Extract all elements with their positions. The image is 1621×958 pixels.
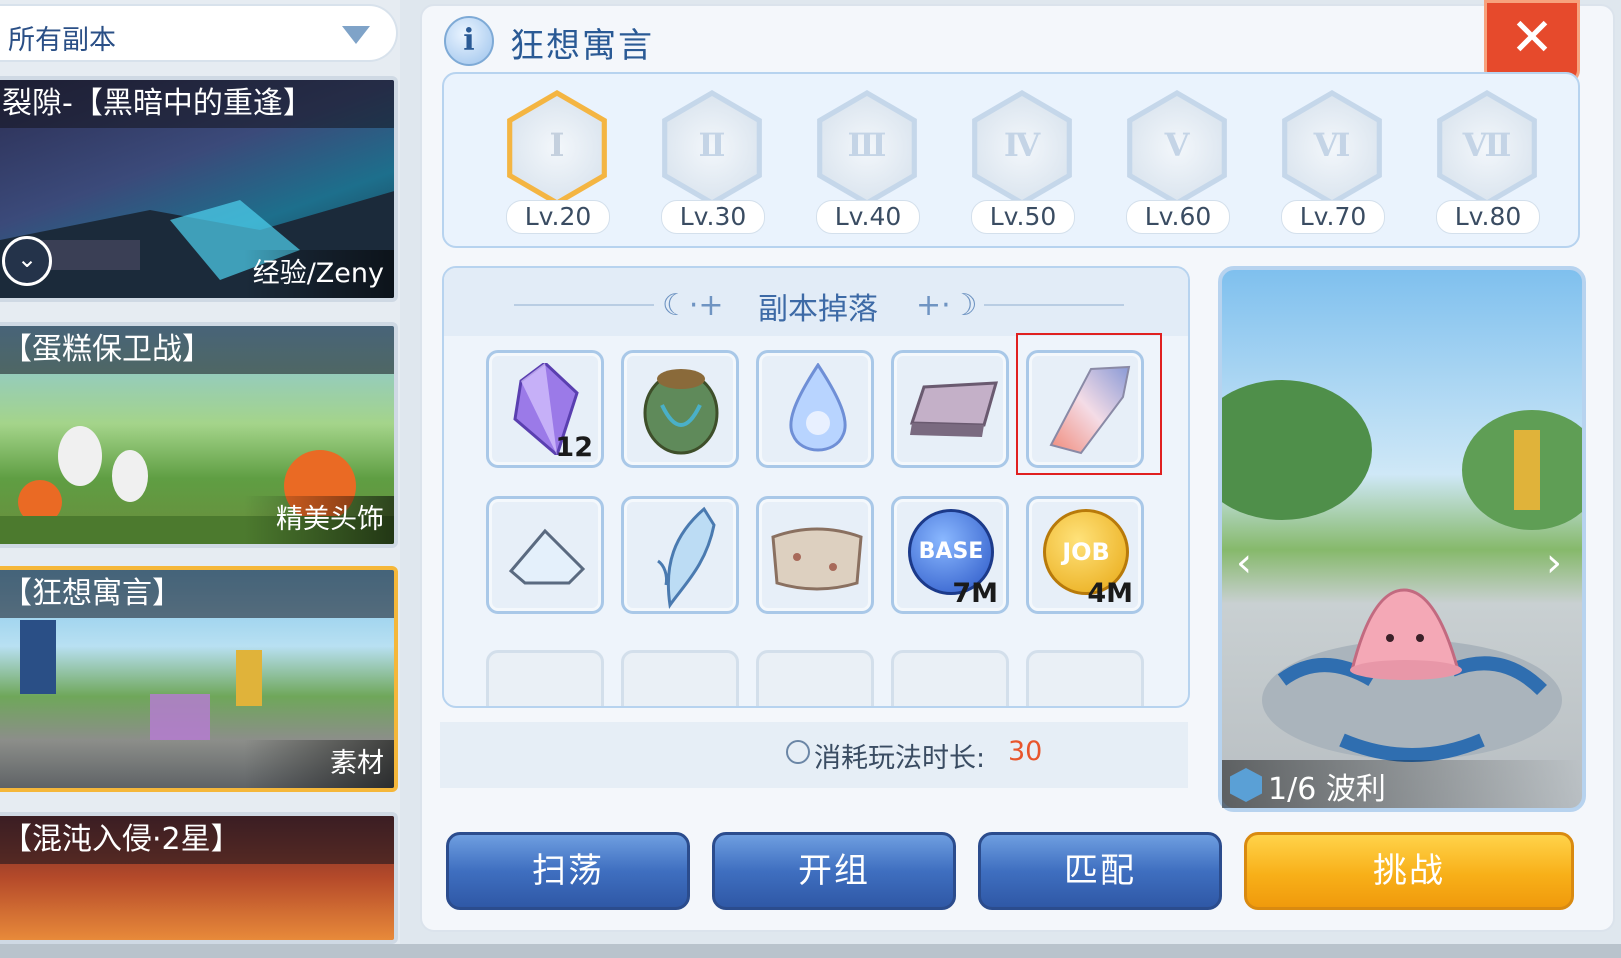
seed-pod-icon (643, 369, 719, 455)
old-cloth-icon (771, 527, 863, 591)
match-label: 匹配 (1064, 851, 1136, 891)
filter-label: 所有副本 (8, 25, 116, 56)
difficulty-numeral: Ⅱ (698, 126, 726, 164)
difficulty-level-1[interactable]: Ⅰ Lv.20 (492, 90, 622, 236)
drop-item-slot[interactable] (486, 496, 604, 614)
difficulty-numeral: Ⅶ (1462, 126, 1512, 164)
monster-preview (1218, 266, 1586, 812)
drop-item-slot (621, 650, 739, 706)
drop-item-slot[interactable] (621, 350, 739, 468)
challenge-label: 挑战 (1373, 851, 1445, 891)
difficulty-numeral: Ⅲ (847, 126, 887, 164)
cloth-sheet-icon (909, 381, 999, 437)
difficulty-numeral: Ⅳ (1003, 126, 1041, 164)
team-button[interactable]: 开组 (712, 832, 956, 910)
item-count: 12 (555, 432, 593, 463)
drop-item-slot (756, 650, 874, 706)
difficulty-numeral: Ⅴ (1164, 126, 1190, 164)
difficulty-numeral: Ⅰ (549, 126, 565, 164)
info-icon[interactable]: i (444, 16, 494, 66)
play-time-label: 消耗玩法时长: (814, 743, 986, 774)
dungeon-card-cake[interactable]: 【蛋糕保卫战】 精美头饰 (0, 322, 398, 548)
difficulty-level-label: Lv.50 (971, 200, 1075, 234)
match-button[interactable]: 匹配 (978, 832, 1222, 910)
drop-item-slot[interactable]: BASE 7M (891, 496, 1009, 614)
difficulty-level-label: Lv.30 (661, 200, 765, 234)
sweep-label: 扫荡 (532, 851, 604, 891)
dungeon-tag: 经验/Zeny (244, 250, 394, 298)
dungeon-card-fable[interactable]: 【狂想寓言】 素材 (0, 566, 398, 792)
difficulty-level-4[interactable]: Ⅳ Lv.50 (957, 90, 1087, 236)
difficulty-level-7[interactable]: Ⅶ Lv.80 (1422, 90, 1552, 236)
play-time-value: 30 (1008, 736, 1043, 767)
drop-item-slot[interactable] (756, 496, 874, 614)
dungeon-title: 【蛋糕保卫战】 (0, 326, 394, 374)
drop-item-slot (891, 650, 1009, 706)
dungeon-card-chaos[interactable]: 【混沌入侵·2星】 (0, 812, 398, 944)
crescent-right-icon: +·☽ (916, 288, 978, 323)
dungeon-title: 【狂想寓言】 (0, 570, 394, 618)
dungeon-title: 裂隙-【黑暗中的重逢】 (0, 80, 394, 128)
monster-scene-art (1222, 380, 1582, 762)
drop-item-slot[interactable] (891, 350, 1009, 468)
feather-icon (657, 506, 716, 609)
dungeon-title: 【混沌入侵·2星】 (0, 816, 394, 864)
preview-next-button[interactable]: › (1546, 540, 1562, 586)
difficulty-numeral: Ⅵ (1313, 126, 1351, 164)
drops-title: 副本掉落 (758, 292, 878, 327)
chevron-down-icon (342, 26, 370, 44)
expand-icon[interactable]: ⌄ (2, 236, 52, 286)
difficulty-level-label: Lv.20 (506, 200, 610, 234)
drop-item-slot (1026, 650, 1144, 706)
difficulty-level-label: Lv.40 (816, 200, 920, 234)
difficulty-level-2[interactable]: Ⅱ Lv.30 (647, 90, 777, 236)
difficulty-level-label: Lv.80 (1436, 200, 1540, 234)
drop-item-slot[interactable]: JOB 4M (1026, 496, 1144, 614)
difficulty-level-6[interactable]: Ⅵ Lv.70 (1267, 90, 1397, 236)
dungeon-card-rift[interactable]: 裂隙-【黑暗中的重逢】 ⌄ 经验/Zeny (0, 76, 398, 302)
water-drop-icon (789, 363, 847, 452)
challenge-button[interactable]: 挑战 (1244, 832, 1574, 910)
team-label: 开组 (798, 851, 870, 891)
dungeon-tag: 精美头饰 (244, 496, 394, 544)
page-title: 狂想寓言 (510, 26, 654, 66)
drop-item-slot[interactable] (621, 496, 739, 614)
bottom-edge (0, 944, 1621, 958)
drop-item-slot[interactable]: 12 (486, 350, 604, 468)
item-count: 7M (952, 578, 998, 609)
divider (984, 304, 1124, 306)
dungeon-tag: 素材 (244, 740, 394, 788)
difficulty-level-label: Lv.70 (1281, 200, 1385, 234)
sweep-button[interactable]: 扫荡 (446, 832, 690, 910)
item-count: 4M (1087, 578, 1133, 609)
drop-item-slot[interactable] (756, 350, 874, 468)
preview-prev-button[interactable]: ‹ (1236, 540, 1252, 586)
drop-item-slot (486, 650, 604, 706)
selection-highlight (1016, 333, 1162, 475)
dungeon-filter-dropdown[interactable]: 所有副本 (0, 4, 398, 62)
drop-row-empty (444, 640, 1188, 706)
clock-icon (786, 740, 810, 764)
difficulty-level-5[interactable]: Ⅴ Lv.60 (1112, 90, 1242, 236)
difficulty-level-3[interactable]: Ⅲ Lv.40 (802, 90, 932, 236)
preview-caption: 1/6 波利 (1268, 772, 1386, 807)
ice-shard-icon (508, 528, 586, 585)
difficulty-level-label: Lv.60 (1126, 200, 1230, 234)
